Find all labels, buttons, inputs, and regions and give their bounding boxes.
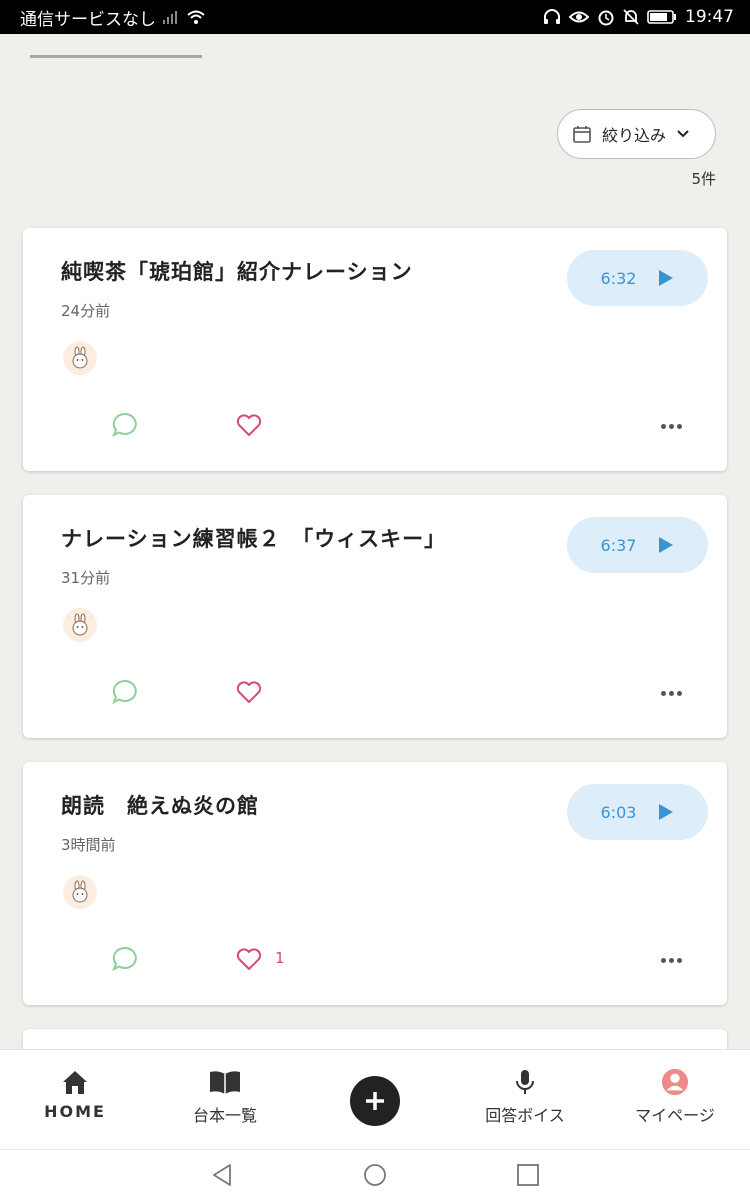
card-title: ナレーション練習帳２ 「ウィスキー」 [61,527,447,551]
play-button[interactable]: 6:37 [567,517,708,573]
more-icon[interactable] [661,954,689,966]
heart-icon[interactable] [235,945,263,973]
recents-icon[interactable] [516,1163,540,1191]
card-title: 朗読 絶えぬ炎の館 [61,794,259,818]
play-icon [659,270,674,286]
microphone-icon [516,1070,534,1094]
nav-mypage-label: マイページ [635,1106,715,1125]
nav-home-label: HOME [44,1102,106,1121]
filter-label: 絞り込み [602,126,667,145]
carrier-text: 通信サービスなし [20,9,156,30]
nav-home[interactable]: HOME [0,1068,150,1121]
nav-voices[interactable]: 回答ボイス [450,1068,600,1126]
duration: 6:32 [600,268,637,288]
chevron-down-icon [676,129,690,139]
comment-icon[interactable] [111,945,139,973]
nav-scripts-label: 台本一覧 [192,1106,257,1125]
card-title: 純喫茶「琥珀館」紹介ナレーション [61,260,413,284]
calendar-icon [572,124,592,144]
like-count: 1 [275,949,285,967]
duration: 6:03 [600,802,637,822]
voice-card[interactable]: ナレーション練習帳２ 「ウィスキー」 31分前 6:37 [23,495,727,738]
filter-button[interactable]: 絞り込み [557,109,716,159]
rabbit-avatar-icon [72,613,88,636]
bottom-nav: HOME 台本一覧 回答ボイス マイページ [0,1049,750,1149]
rabbit-avatar-icon [72,880,88,903]
duration: 6:37 [600,535,637,555]
avatar[interactable] [63,875,97,909]
voice-card[interactable]: 朗読 絶えぬ炎の館 3時間前 6:03 1 [23,762,727,1005]
alarm-icon [597,8,615,26]
play-button[interactable]: 6:03 [567,784,708,840]
status-bar: 通信サービスなし 19:47 [0,0,750,34]
comment-icon[interactable] [111,411,139,439]
eye-icon [569,10,589,24]
system-nav-bar [0,1149,750,1200]
home-icon [63,1071,87,1094]
result-count: 5件 [691,170,716,188]
mute-bell-icon [623,8,639,26]
avatar[interactable] [63,341,97,375]
back-icon[interactable] [210,1163,234,1191]
battery-icon [647,10,677,24]
clock-text: 19:47 [685,7,734,27]
status-right: 19:47 [543,7,734,27]
comment-icon[interactable] [111,678,139,706]
card-timestamp: 31分前 [61,569,111,587]
voice-card[interactable]: 純喫茶「琥珀館」紹介ナレーション 24分前 6:32 [23,228,727,471]
plus-icon [366,1092,384,1110]
heart-icon[interactable] [235,411,263,439]
card-timestamp: 3時間前 [61,836,116,854]
card-timestamp: 24分前 [61,302,111,320]
wifi-icon [186,9,206,25]
nav-mypage[interactable]: マイページ [600,1068,750,1126]
home-circle-icon[interactable] [363,1163,387,1191]
heart-icon[interactable] [235,678,263,706]
nav-scripts[interactable]: 台本一覧 [150,1068,300,1126]
rabbit-avatar-icon [72,346,88,369]
status-left: 通信サービスなし [20,5,206,30]
user-icon [661,1068,689,1096]
headphones-icon [543,9,561,25]
tab-indicator [30,55,202,58]
avatar[interactable] [63,608,97,642]
more-icon[interactable] [661,420,689,432]
more-icon[interactable] [661,687,689,699]
signal-icon [162,9,180,25]
nav-voices-label: 回答ボイス [485,1106,565,1125]
play-icon [659,804,674,820]
play-button[interactable]: 6:32 [567,250,708,306]
add-button[interactable] [350,1076,400,1126]
play-icon [659,537,674,553]
book-icon [210,1071,240,1094]
